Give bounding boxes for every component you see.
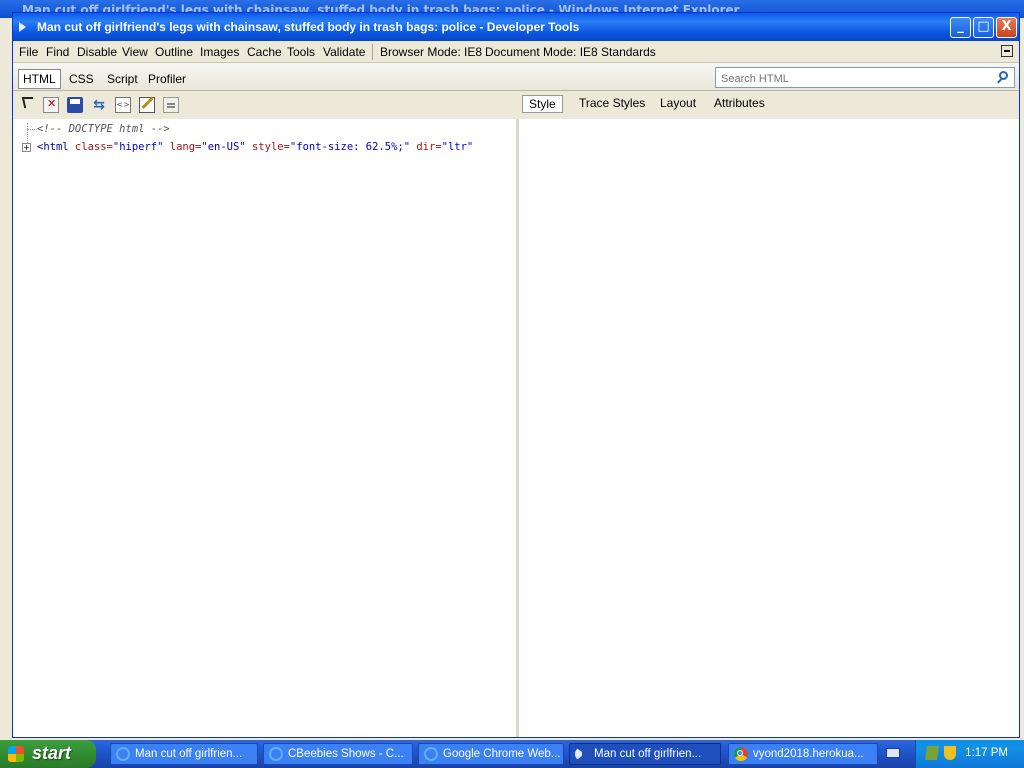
tab-css[interactable]: CSS (65, 70, 98, 88)
tree-connector (27, 123, 28, 145)
attr-name: style= (245, 141, 290, 153)
title-bar[interactable]: Man cut off girlfriend's legs with chain… (13, 13, 1019, 41)
save-icon[interactable] (67, 97, 83, 113)
developer-tools-icon (575, 747, 589, 761)
menu-disable[interactable]: Disable (77, 45, 117, 59)
maximize-button[interactable]: □ (973, 17, 994, 38)
dom-tree-pane[interactable]: <!-- DOCTYPE html --> + <html class="hip… (13, 119, 519, 737)
doctype-node[interactable]: <!-- DOCTYPE html --> (37, 123, 170, 135)
close-button[interactable]: X (996, 17, 1017, 38)
menu-find[interactable]: Find (46, 45, 69, 59)
start-button[interactable]: start (0, 740, 96, 768)
taskbar-item-active[interactable]: Man cut off girlfrien... (569, 743, 721, 765)
attr-name: dir= (410, 141, 442, 153)
search-box[interactable] (715, 67, 1015, 88)
windows-logo-icon (8, 746, 24, 762)
tab-bar: HTML CSS Script Profiler (13, 63, 1019, 91)
expand-icon[interactable]: + (22, 143, 31, 152)
network-icon[interactable] (925, 746, 939, 760)
clear-icon[interactable] (43, 97, 59, 113)
attr-value: "font-size: 62.5%;" (289, 141, 411, 153)
taskbar-item-label: Man cut off girlfrien... (594, 748, 702, 760)
taskbar-item-label: CBeebies Shows - C... (288, 748, 404, 760)
word-wrap-icon[interactable] (163, 97, 179, 113)
document-mode-menu[interactable]: Document Mode: IE8 Standards (485, 45, 656, 59)
tab-attributes[interactable]: Attributes (714, 96, 765, 110)
tab-profiler[interactable]: Profiler (144, 70, 190, 88)
tab-html[interactable]: HTML (18, 69, 61, 89)
attr-name: class= (68, 141, 113, 153)
menu-images[interactable]: Images (200, 45, 239, 59)
attr-value: "hiperf" (112, 141, 164, 153)
menu-divider (372, 44, 373, 60)
taskbar-item[interactable]: Google Chrome Web... (418, 743, 564, 765)
attr-value: "en-US" (201, 141, 246, 153)
tree-connector (27, 129, 37, 130)
attr-value: "ltr" (441, 141, 474, 153)
tab-trace-styles[interactable]: Trace Styles (579, 96, 645, 110)
menu-view[interactable]: View (122, 45, 148, 59)
search-icon[interactable] (999, 71, 1008, 80)
browser-mode-menu[interactable]: Browser Mode: IE8 (380, 45, 482, 59)
html-toolbar: ⇆ <> (13, 91, 1019, 119)
taskbar-item-label: Man cut off girlfrien... (135, 748, 243, 760)
tab-script[interactable]: Script (103, 70, 142, 88)
refresh-icon[interactable]: ⇆ (91, 97, 107, 113)
menu-cache[interactable]: Cache (247, 45, 282, 59)
taskbar-item-label: vyond2018.herokua... (753, 748, 864, 760)
taskbar-item[interactable]: Man cut off girlfrien... (110, 743, 258, 765)
system-tray: 1:17 PM (915, 740, 1024, 768)
html-node[interactable]: <html class="hiperf" lang="en-US" style=… (37, 141, 473, 153)
taskbar-item[interactable]: vyond2018.herokua... (728, 743, 878, 765)
minimize-button[interactable]: _ (950, 17, 971, 38)
developer-tools-icon (19, 22, 26, 32)
window-title: Man cut off girlfriend's legs with chain… (37, 20, 580, 34)
search-input[interactable] (719, 69, 983, 88)
menu-file[interactable]: File (19, 45, 38, 59)
ie-icon (116, 747, 130, 761)
clock[interactable]: 1:17 PM (965, 747, 1008, 759)
menu-validate[interactable]: Validate (323, 45, 365, 59)
tab-style[interactable]: Style (522, 95, 563, 113)
security-shield-icon[interactable] (944, 746, 956, 760)
html-tag: <html (37, 141, 69, 153)
menu-tools[interactable]: Tools (287, 45, 315, 59)
chrome-icon (734, 747, 748, 761)
taskbar: start Man cut off girlfrien... CBeebies … (0, 740, 1024, 768)
developer-tools-window: Man cut off girlfriend's legs with chain… (12, 12, 1020, 738)
view-source-icon[interactable]: <> (115, 97, 131, 113)
collapse-icon[interactable] (1001, 45, 1013, 57)
ie-icon (424, 747, 438, 761)
menu-bar: File Find Disable View Outline Images Ca… (13, 41, 1019, 63)
style-pane[interactable] (519, 119, 1019, 737)
keyboard-icon[interactable] (886, 748, 900, 758)
start-label: start (32, 743, 72, 763)
edit-icon[interactable] (139, 97, 155, 113)
menu-outline[interactable]: Outline (155, 45, 193, 59)
attr-name: lang= (163, 141, 202, 153)
select-element-icon[interactable] (21, 97, 36, 108)
taskbar-item-label: Google Chrome Web... (443, 748, 561, 760)
tab-layout[interactable]: Layout (660, 96, 696, 110)
taskbar-item[interactable]: CBeebies Shows - C... (263, 743, 413, 765)
ie-icon (269, 747, 283, 761)
